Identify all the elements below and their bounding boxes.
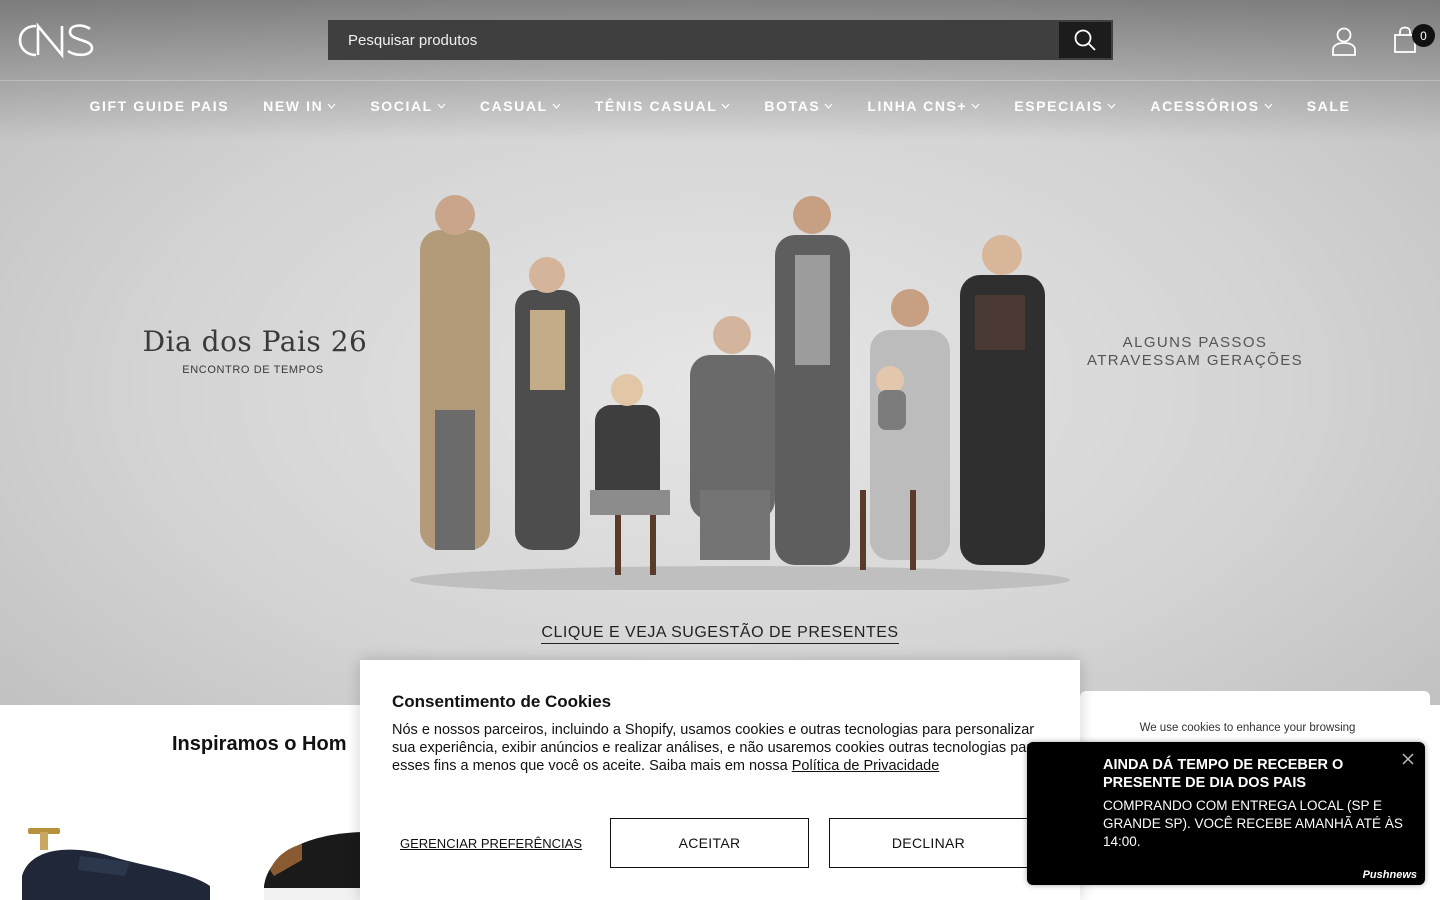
nav-item-label: SALE: [1306, 98, 1351, 114]
search-input[interactable]: [328, 20, 1058, 60]
push-title: AINDA DÁ TEMPO DE RECEBER O PRESENTE DE …: [1103, 757, 1344, 791]
push-notification-popup[interactable]: AINDA DÁ TEMPO DE RECEBER O PRESENTE DE …: [1027, 742, 1425, 885]
chevron-down-icon: [824, 103, 833, 109]
privacy-policy-link[interactable]: Política de Privacidade: [792, 758, 940, 774]
accept-cookies-button[interactable]: ACEITAR: [610, 818, 809, 868]
nav-item-label: ESPECIAIS: [1014, 98, 1104, 114]
hero-photo: [410, 195, 1070, 590]
site-header: 0: [0, 0, 1440, 81]
cookie-notice-text: We use cookies to enhance your browsing: [1139, 722, 1356, 734]
cns-logo[interactable]: [18, 20, 94, 60]
nav-item-casual[interactable]: CASUAL: [463, 98, 578, 114]
cookie-consent-title: Consentimento de Cookies: [392, 692, 612, 711]
product-image-sneaker[interactable]: [262, 826, 372, 900]
cookie-consent-text: Nós e nossos parceiros, incluindo a Shop…: [392, 722, 1040, 774]
hero-tagline-line-1: ALGUNS PASSOS: [1122, 334, 1268, 351]
hero-tagline-line-2: ATRAVESSAM GERAÇÕES: [1086, 352, 1304, 369]
nav-item-social[interactable]: SOCIAL: [353, 98, 463, 114]
chevron-down-icon: [971, 103, 980, 109]
nav-item-especiais[interactable]: ESPECIAIS: [997, 98, 1133, 114]
chevron-down-icon: [1264, 103, 1273, 109]
nav-item-linha-cns-plus[interactable]: LINHA CNS+: [850, 98, 997, 114]
search-icon: [1074, 29, 1096, 51]
nav-item-label: CASUAL: [479, 98, 548, 114]
manage-preferences-button[interactable]: GERENCIAR PREFERÊNCIAS: [392, 818, 590, 868]
nav-item-label: GIFT GUIDE PAIS: [89, 98, 230, 114]
chevron-down-icon: [437, 103, 446, 109]
nav-item-label: LINHA CNS+: [867, 98, 968, 114]
main-navigation: GIFT GUIDE PAIS NEW IN SOCIAL CASUAL TÊN…: [0, 82, 1440, 130]
cookie-consent-modal: Consentimento de Cookies Nós e nossos pa…: [360, 660, 1080, 900]
nav-item-sale[interactable]: SALE: [1290, 98, 1368, 114]
chevron-down-icon: [327, 103, 336, 109]
section-title: Inspiramos o Hom: [172, 733, 347, 755]
nav-item-label: ACESSÓRIOS: [1150, 98, 1260, 114]
nav-item-botas[interactable]: BOTAS: [747, 98, 850, 114]
nav-item-label: SOCIAL: [370, 98, 433, 114]
nav-item-acessorios[interactable]: ACESSÓRIOS: [1133, 98, 1289, 114]
decline-cookies-button[interactable]: DECLINAR: [829, 818, 1028, 868]
chevron-down-icon: [1107, 103, 1116, 109]
push-body: COMPRANDO COM ENTREGA LOCAL (SP E GRANDE…: [1103, 798, 1403, 849]
search-bar: [328, 20, 1113, 60]
hero-tagline: ALGUNS PASSOS ATRAVESSAM GERAÇÕES: [1070, 334, 1320, 370]
search-button[interactable]: [1059, 22, 1111, 58]
hero-cta-link[interactable]: CLIQUE E VEJA SUGESTÃO DE PRESENTES: [541, 624, 899, 644]
nav-item-gift-guide-pais[interactable]: GIFT GUIDE PAIS: [73, 98, 247, 114]
nav-item-label: BOTAS: [764, 98, 821, 114]
hero-title: Dia dos Pais 26: [142, 325, 368, 358]
product-image-loafer[interactable]: [20, 826, 215, 900]
chevron-down-icon: [552, 103, 561, 109]
nav-item-new-in[interactable]: NEW IN: [246, 98, 353, 114]
nav-item-label: NEW IN: [263, 98, 324, 114]
pushnews-logo: Pushnews: [1362, 869, 1417, 881]
nav-item-tenis-casual[interactable]: TÊNIS CASUAL: [578, 98, 748, 114]
account-icon[interactable]: [1330, 26, 1358, 56]
cart-count-badge: 0: [1412, 24, 1435, 47]
chevron-down-icon: [721, 103, 730, 109]
cookie-consent-body: Nós e nossos parceiros, incluindo a Shop…: [392, 721, 1052, 775]
nav-item-label: TÊNIS CASUAL: [594, 98, 718, 114]
hero-subtitle: ENCONTRO DE TEMPOS: [182, 364, 324, 376]
